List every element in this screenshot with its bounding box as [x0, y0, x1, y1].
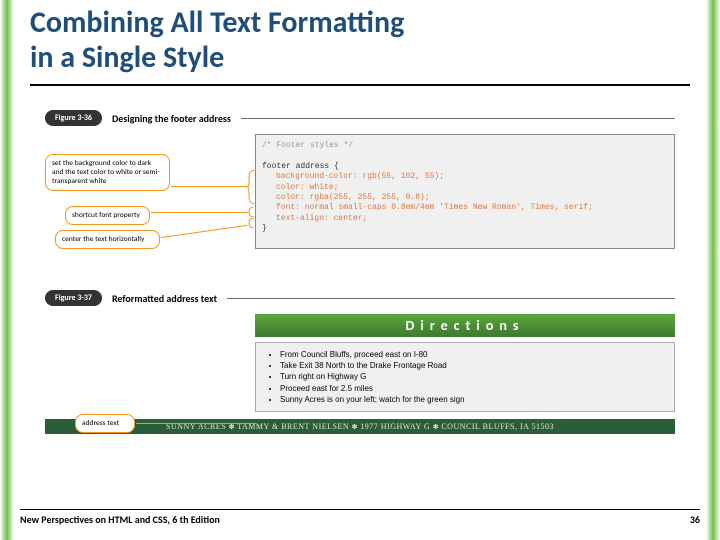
callout-connector	[161, 225, 247, 238]
page-number: 36	[690, 513, 700, 526]
slide-title: Combining All Text Formatting in a Singl…	[30, 6, 404, 75]
code-line-2: color: white;	[276, 183, 668, 193]
figure-tag: Figure 3-36	[45, 110, 102, 126]
brace-icon	[248, 218, 256, 228]
figure-3-37: Figure 3-37 Reformatted address text Dir…	[45, 290, 675, 314]
list-item: Turn right on Highway G	[280, 371, 664, 382]
figure-rule	[241, 118, 675, 119]
figure-rule	[227, 298, 675, 299]
code-comment: /* Footer styles */	[262, 141, 668, 151]
callout-connector	[151, 212, 248, 213]
footer-address: SUNNY ACRES ✽ TAMMY & BRENT NIELSEN ✽ 19…	[45, 419, 675, 434]
code-line-3: color: rgba(255, 255, 255, 0.8);	[276, 193, 668, 203]
code-end: }	[262, 224, 668, 234]
list-item: Sunny Acres is on your left; watch for t…	[280, 394, 664, 405]
footer-text-left: New Perspectives on HTML and CSS, 6 th E…	[20, 513, 220, 526]
directions-heading: Directions	[255, 314, 675, 337]
directions-list: From Council Bluffs, proceed east on I-8…	[255, 342, 675, 412]
callout-address-text: address text	[75, 414, 135, 433]
figure-body: /* Footer styles */ footer address { bac…	[45, 134, 675, 254]
callout-connector	[136, 423, 256, 424]
list-item: Proceed east for 2.5 miles	[280, 383, 664, 394]
figure-3-36: Figure 3-36 Designing the footer address…	[45, 110, 675, 254]
code-selector: footer address {	[262, 162, 668, 172]
figure-title: Designing the footer address	[112, 112, 231, 125]
list-item: From Council Bluffs, proceed east on I-8…	[280, 349, 664, 360]
figure-header: Figure 3-36 Designing the footer address	[45, 110, 675, 126]
footer-rule	[20, 509, 700, 510]
code-line-5: text-align: center;	[276, 214, 668, 224]
side-accent-left	[0, 0, 14, 540]
code-line-4: font: normal small-caps 0.8em/4em 'Times…	[276, 203, 668, 213]
figure-title: Reformatted address text	[112, 292, 217, 305]
figure-tag: Figure 3-37	[45, 290, 102, 306]
star-icon: ✽	[352, 423, 361, 431]
list-item: Take Exit 38 North to the Drake Frontage…	[280, 360, 664, 371]
side-accent-right	[706, 0, 720, 540]
code-block: /* Footer styles */ footer address { bac…	[255, 134, 675, 249]
callout-bg-color: set the background color to dark and the…	[45, 154, 170, 191]
callout-font-shortcut: shortcut font property	[65, 206, 150, 225]
title-underline	[30, 84, 690, 86]
callout-center-text: center the text horizontally	[55, 230, 160, 249]
brace-icon	[247, 170, 257, 204]
title-line-2: in a Single Style	[30, 39, 224, 76]
code-line-1: background-color: rgb(55, 102, 55);	[276, 172, 668, 182]
brace-icon	[248, 207, 256, 217]
callout-connector	[171, 186, 247, 187]
star-icon: ✽	[229, 423, 238, 431]
figure-header: Figure 3-37 Reformatted address text	[45, 290, 675, 306]
title-line-1: Combining All Text Formatting	[30, 4, 404, 41]
